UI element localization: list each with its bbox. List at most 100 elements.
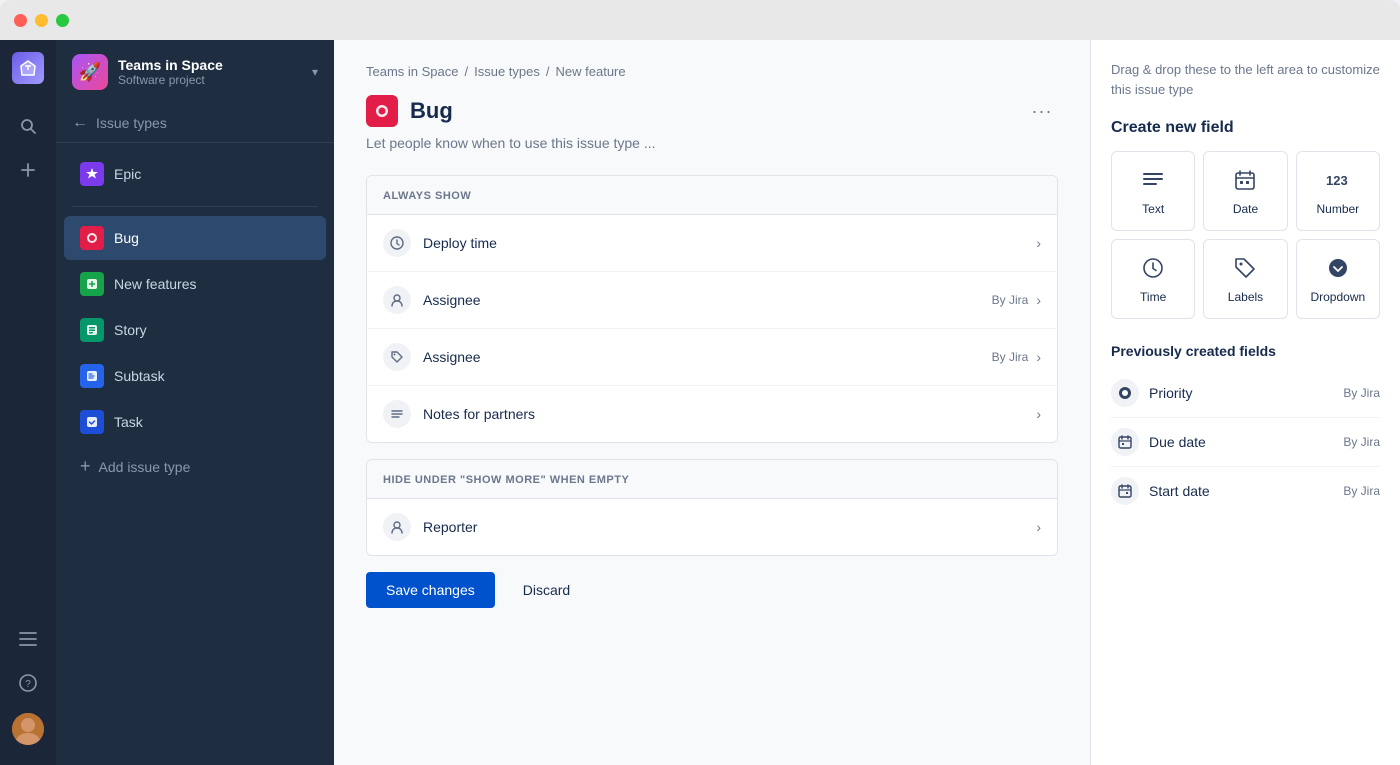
hide-section-header: HIDE UNDER "SHOW MORE" WHEN EMPTY xyxy=(367,460,1057,499)
field-row-deploy-time[interactable]: Deploy time › xyxy=(367,215,1057,272)
always-show-header: ALWAYS SHOW xyxy=(367,176,1057,215)
date-field-icon xyxy=(1231,166,1259,194)
field-type-time-label: Time xyxy=(1140,290,1166,304)
project-name: Teams in Space xyxy=(118,57,302,73)
breadcrumb-sep-2: / xyxy=(546,64,550,79)
breadcrumb-teams-in-space[interactable]: Teams in Space xyxy=(366,64,459,79)
dropdown-field-icon xyxy=(1324,254,1352,282)
sidebar-item-story[interactable]: Story xyxy=(64,308,326,352)
prev-field-due-date[interactable]: Due date By Jira xyxy=(1111,418,1380,467)
svg-text:?: ? xyxy=(25,679,31,690)
always-show-title: ALWAYS SHOW xyxy=(383,190,471,202)
right-panel-hint: Drag & drop these to the left area to cu… xyxy=(1111,60,1380,99)
search-icon[interactable] xyxy=(10,108,46,144)
field-type-labels-label: Labels xyxy=(1228,290,1263,304)
field-type-text[interactable]: Text xyxy=(1111,151,1195,231)
project-selector[interactable]: 🚀 Teams in Space Software project ▾ xyxy=(56,40,334,104)
save-changes-button[interactable]: Save changes xyxy=(366,572,495,608)
breadcrumb-issue-types[interactable]: Issue types xyxy=(474,64,540,79)
back-arrow-icon: ← xyxy=(72,114,88,132)
field-type-number[interactable]: 123 Number xyxy=(1296,151,1380,231)
sidebar: 🚀 Teams in Space Software project ▾ ← Is… xyxy=(56,40,334,765)
field-type-date[interactable]: Date xyxy=(1203,151,1287,231)
user-avatar[interactable] xyxy=(12,713,44,745)
add-issue-type-label: Add issue type xyxy=(99,459,191,475)
sidebar-item-label-bug: Bug xyxy=(114,230,139,246)
back-label: Issue types xyxy=(96,115,167,131)
prev-field-start-date[interactable]: Start date By Jira xyxy=(1111,467,1380,515)
field-type-labels[interactable]: Labels xyxy=(1203,239,1287,319)
notes-icon xyxy=(383,400,411,428)
add-issue-type-icon: + xyxy=(80,456,91,477)
field-assignee-2-meta: By Jira xyxy=(992,350,1029,364)
priority-field-icon xyxy=(1111,379,1139,407)
project-chevron-icon: ▾ xyxy=(312,65,318,79)
labels-field-icon xyxy=(1231,254,1259,282)
app-container: ? 🚀 Teams in Space Software project ▾ ← … xyxy=(0,40,1400,765)
prev-field-priority-label: Priority xyxy=(1149,385,1343,401)
issue-type-icon xyxy=(366,95,398,127)
field-notes-chevron-icon: › xyxy=(1036,406,1041,422)
issue-header: Bug ··· xyxy=(366,95,1058,127)
sidebar-item-new-features[interactable]: New features xyxy=(64,262,326,306)
field-type-dropdown-label: Dropdown xyxy=(1310,290,1365,304)
field-deploy-time-label: Deploy time xyxy=(423,235,1028,251)
help-icon[interactable]: ? xyxy=(10,665,46,701)
field-reporter-chevron-icon: › xyxy=(1036,519,1041,535)
icon-rail: ? xyxy=(0,40,56,765)
app-logo[interactable] xyxy=(12,52,44,84)
project-type: Software project xyxy=(118,73,302,87)
main-area: Teams in Space / Issue types / New featu… xyxy=(334,40,1400,765)
sidebar-item-subtask[interactable]: Subtask xyxy=(64,354,326,398)
breadcrumb-sep-1: / xyxy=(465,64,469,79)
field-assignee-1-meta: By Jira xyxy=(992,293,1029,307)
hide-section-title: HIDE UNDER "SHOW MORE" WHEN EMPTY xyxy=(383,474,629,486)
back-nav[interactable]: ← Issue types xyxy=(56,104,334,143)
more-options-button[interactable]: ··· xyxy=(1026,95,1058,127)
previously-created-title: Previously created fields xyxy=(1111,343,1380,359)
add-icon[interactable] xyxy=(10,152,46,188)
field-type-dropdown[interactable]: Dropdown xyxy=(1296,239,1380,319)
field-row-assignee-2[interactable]: Assignee By Jira › xyxy=(367,329,1057,386)
sidebar-item-bug[interactable]: Bug xyxy=(64,216,326,260)
sidebar-item-label-task: Task xyxy=(114,414,143,430)
prev-field-priority[interactable]: Priority By Jira xyxy=(1111,369,1380,418)
number-field-icon: 123 xyxy=(1324,166,1352,194)
field-type-number-label: Number xyxy=(1316,202,1359,216)
bug-icon xyxy=(80,226,104,250)
field-type-time[interactable]: Time xyxy=(1111,239,1195,319)
right-panel: Drag & drop these to the left area to cu… xyxy=(1090,40,1400,765)
prev-field-due-date-label: Due date xyxy=(1149,434,1343,450)
sidebar-item-label-subtask: Subtask xyxy=(114,368,165,384)
traffic-light-yellow[interactable] xyxy=(35,14,48,27)
task-icon xyxy=(80,410,104,434)
project-info: Teams in Space Software project xyxy=(118,57,302,87)
menu-icon[interactable] xyxy=(10,621,46,657)
time-field-icon xyxy=(1139,254,1167,282)
add-issue-type-btn[interactable]: + Add issue type xyxy=(64,446,326,487)
issue-type-title: Bug xyxy=(410,98,1014,124)
field-deploy-time-chevron-icon: › xyxy=(1036,235,1041,251)
traffic-light-red[interactable] xyxy=(14,14,27,27)
field-type-date-label: Date xyxy=(1233,202,1258,216)
subtask-icon xyxy=(80,364,104,388)
prev-field-start-date-meta: By Jira xyxy=(1343,484,1380,498)
sidebar-divider xyxy=(72,206,318,207)
epic-icon xyxy=(80,162,104,186)
sidebar-item-label-story: Story xyxy=(114,322,147,338)
discard-button[interactable]: Discard xyxy=(507,572,586,608)
field-row-reporter[interactable]: Reporter › xyxy=(367,499,1057,555)
sidebar-item-epic[interactable]: Epic xyxy=(64,152,326,196)
field-row-notes[interactable]: Notes for partners › xyxy=(367,386,1057,442)
field-assignee-1-chevron-icon: › xyxy=(1036,292,1041,308)
create-new-field-title: Create new field xyxy=(1111,119,1380,137)
main-content: Teams in Space / Issue types / New featu… xyxy=(334,40,1400,765)
sidebar-item-task[interactable]: Task xyxy=(64,400,326,444)
always-show-section: ALWAYS SHOW Deploy time › xyxy=(366,175,1058,443)
field-assignee-1-label: Assignee xyxy=(423,292,992,308)
field-row-assignee-1[interactable]: Assignee By Jira › xyxy=(367,272,1057,329)
hide-section: HIDE UNDER "SHOW MORE" WHEN EMPTY Report… xyxy=(366,459,1058,556)
assignee-1-icon xyxy=(383,286,411,314)
field-assignee-2-label: Assignee xyxy=(423,349,992,365)
traffic-light-green[interactable] xyxy=(56,14,69,27)
